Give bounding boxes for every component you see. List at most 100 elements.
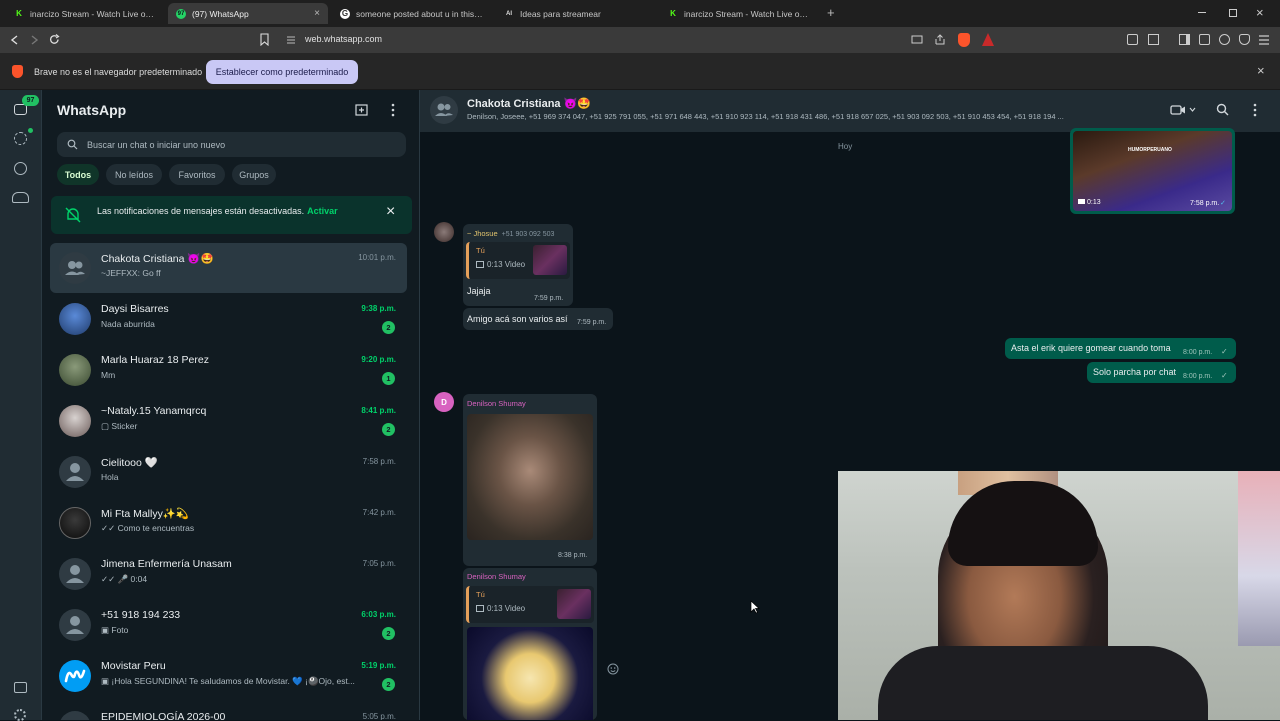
sender-avatar[interactable] bbox=[434, 222, 454, 242]
tab-label: inarcizo Stream - Watch Live on Kick bbox=[30, 8, 158, 19]
tab-label: Ideas para streamear bbox=[520, 8, 601, 19]
browser-tab-discord[interactable]: G someone posted about u in this disc bbox=[332, 3, 492, 24]
video-icon bbox=[476, 605, 484, 612]
search-messages-icon[interactable] bbox=[1216, 103, 1229, 116]
conversation-header[interactable]: Chakota Cristiana 😈🤩 Denilson, Joseee, +… bbox=[420, 90, 1280, 132]
chat-item-phone-918194233[interactable]: +51 918 194 233 ▣ Foto 6:03 p.m. 2 bbox=[50, 600, 407, 650]
movistar-logo-icon bbox=[59, 660, 91, 692]
sender-avatar[interactable]: D bbox=[434, 392, 454, 412]
chat-list-panel: WhatsApp Buscar un chat o iniciar uno nu… bbox=[42, 90, 420, 720]
share-icon[interactable] bbox=[934, 34, 946, 46]
forward-icon[interactable] bbox=[28, 34, 40, 46]
browser-tab-whatsapp[interactable]: 97 (97) WhatsApp × bbox=[168, 3, 328, 24]
set-default-button[interactable]: Establecer como predeterminado bbox=[206, 60, 358, 84]
incoming-reply-message[interactable]: Denilson Shumay Tú 0:13 Video bbox=[463, 568, 597, 720]
brave-logo-icon bbox=[12, 65, 23, 78]
back-icon[interactable] bbox=[9, 34, 21, 46]
browser-tab-ideas[interactable]: AI Ideas para streamear bbox=[496, 3, 656, 24]
communities-icon[interactable] bbox=[12, 192, 29, 203]
filter-all[interactable]: Todos bbox=[57, 164, 99, 185]
chat-item-mi-fta-mallyy[interactable]: Mi Fta Mallyy✨💫 ✓✓ Como te encuentras 7:… bbox=[50, 498, 407, 548]
brave-shields-icon[interactable] bbox=[958, 33, 970, 47]
extensions-icon[interactable] bbox=[1127, 34, 1138, 45]
conversation-title: Chakota Cristiana 😈🤩 bbox=[467, 98, 591, 110]
chat-name: Jimena Enfermería Unasam bbox=[101, 558, 232, 570]
chat-item-jimena-enfermeria[interactable]: Jimena Enfermería Unasam ✓✓ 🎤 0:04 7:05 … bbox=[50, 549, 407, 599]
chat-item-marla-huaraz[interactable]: Marla Huaraz 18 Perez Mm 9:20 p.m. 1 bbox=[50, 345, 407, 395]
chat-time: 7:42 p.m. bbox=[362, 508, 396, 517]
group-avatar-icon[interactable] bbox=[430, 96, 458, 124]
tab-label: (97) WhatsApp bbox=[192, 8, 249, 19]
chat-item-nataly[interactable]: ~Nataly.15 Yanamqrcq ▢ Sticker 8:41 p.m.… bbox=[50, 396, 407, 446]
chat-last-message: Mm bbox=[101, 370, 116, 380]
chevron-down-icon[interactable] bbox=[1189, 107, 1196, 112]
chat-item-movistar-peru[interactable]: Movistar Peru ▣ ¡Hola SEGUNDINA! Te salu… bbox=[50, 651, 407, 701]
message-text: Solo parcha por chat bbox=[1093, 367, 1177, 377]
message-text: Jajaja bbox=[467, 286, 491, 296]
minimize-icon[interactable] bbox=[1198, 12, 1206, 13]
cast-icon[interactable] bbox=[911, 35, 923, 45]
close-banner-icon[interactable]: × bbox=[386, 203, 395, 221]
brave-rewards-icon[interactable] bbox=[982, 33, 994, 46]
status-dot bbox=[28, 128, 33, 133]
sent-check-icon: ✓ bbox=[1221, 371, 1228, 380]
new-chat-icon[interactable] bbox=[355, 103, 369, 116]
sticker-image[interactable] bbox=[467, 627, 593, 720]
filter-groups[interactable]: Grupos bbox=[232, 164, 276, 185]
incoming-message-jhosue[interactable]: ~ Jhosue +51 903 092 503 Tú 0:13 Video Ja… bbox=[463, 224, 573, 306]
quote-author: Tú bbox=[476, 246, 485, 255]
reading-list-icon[interactable] bbox=[1199, 34, 1210, 45]
notification-message: Las notificaciones de mensajes están des… bbox=[97, 206, 305, 216]
quoted-message[interactable]: Tú 0:13 Video bbox=[466, 586, 594, 623]
vpn-icon[interactable] bbox=[1239, 34, 1250, 45]
more-options-icon[interactable] bbox=[1252, 103, 1258, 117]
channels-icon[interactable] bbox=[14, 162, 27, 175]
notifications-disabled-banner: Las notificaciones de mensajes están des… bbox=[51, 196, 412, 234]
filter-unread[interactable]: No leídos bbox=[106, 164, 162, 185]
chat-item-chakota-cristiana[interactable]: Chakota Cristiana 😈🤩 ~JEFFXX: Go ff 10:0… bbox=[50, 243, 407, 293]
incoming-image-message[interactable]: Denilson Shumay 8:38 p.m. bbox=[463, 394, 597, 566]
video-call-icon[interactable] bbox=[1170, 104, 1186, 116]
filter-favorites[interactable]: Favoritos bbox=[169, 164, 225, 185]
close-tab-icon[interactable]: × bbox=[314, 8, 320, 19]
more-options-icon[interactable] bbox=[390, 103, 396, 117]
outgoing-message-2[interactable]: Solo parcha por chat 8:00 p.m. ✓ bbox=[1087, 362, 1236, 383]
chat-item-epidemiologia[interactable]: EPIDEMIOLOGÍA 2026-00 5:05 p.m. bbox=[50, 702, 407, 720]
bookmark-icon[interactable] bbox=[259, 33, 270, 46]
chat-last-message: ✓✓ Como te encuentras bbox=[101, 523, 195, 533]
chat-item-cielitooo[interactable]: Cielitooo 🤍 Hola 7:58 p.m. bbox=[50, 447, 407, 497]
default-user-avatar-icon bbox=[59, 456, 91, 488]
media-icon[interactable] bbox=[14, 682, 27, 693]
status-icon[interactable] bbox=[14, 132, 27, 145]
search-input[interactable]: Buscar un chat o iniciar uno nuevo bbox=[57, 132, 406, 157]
wallet-icon[interactable] bbox=[1148, 34, 1159, 45]
quoted-message[interactable]: Tú 0:13 Video bbox=[466, 242, 570, 279]
maximize-icon[interactable] bbox=[1229, 9, 1237, 17]
wall-poster bbox=[1238, 471, 1280, 646]
site-info-icon[interactable] bbox=[285, 34, 297, 46]
outgoing-message-1[interactable]: Asta el erik quiere gomear cuando toma 8… bbox=[1005, 338, 1236, 359]
navigation-rail: 97 bbox=[0, 90, 42, 721]
reload-icon[interactable] bbox=[48, 33, 61, 46]
new-tab-button[interactable]: + bbox=[827, 5, 835, 20]
default-user-avatar-icon bbox=[59, 558, 91, 590]
enable-notifications-link[interactable]: Activar bbox=[307, 206, 338, 216]
default-browser-infobar: Brave no es el navegador predeterminado … bbox=[0, 53, 1280, 90]
url-field[interactable]: web.whatsapp.com bbox=[305, 34, 382, 44]
sidebar-toggle-icon[interactable] bbox=[1179, 34, 1190, 45]
leo-ai-icon[interactable] bbox=[1219, 34, 1230, 45]
outgoing-video-message[interactable]: HUMORPERUANO 0:13 7:58 p.m. ✓ bbox=[1070, 128, 1235, 214]
emoji-react-icon[interactable] bbox=[607, 663, 619, 675]
incoming-message-amigo[interactable]: Amigo acá son varios así 7:59 p.m. bbox=[463, 308, 613, 330]
video-watermark: HUMORPERUANO bbox=[1128, 147, 1172, 153]
chat-item-daysi-bisarres[interactable]: Daysi Bisarres Nada aburrida 9:38 p.m. 2 bbox=[50, 294, 407, 344]
browser-tab-kick-1[interactable]: K inarcizo Stream - Watch Live on Kick bbox=[6, 3, 166, 24]
whatsapp-favicon-icon: 97 bbox=[176, 8, 186, 19]
browser-tab-kick-2[interactable]: K inarcizo Stream - Watch Live on Kick bbox=[660, 3, 820, 24]
chat-name: Chakota Cristiana 😈🤩 bbox=[101, 253, 214, 265]
menu-icon[interactable] bbox=[1258, 35, 1270, 45]
message-image[interactable] bbox=[467, 414, 593, 540]
close-window-icon[interactable]: × bbox=[1256, 5, 1264, 20]
close-infobar-icon[interactable]: × bbox=[1257, 63, 1265, 78]
settings-gear-icon[interactable] bbox=[14, 709, 26, 721]
